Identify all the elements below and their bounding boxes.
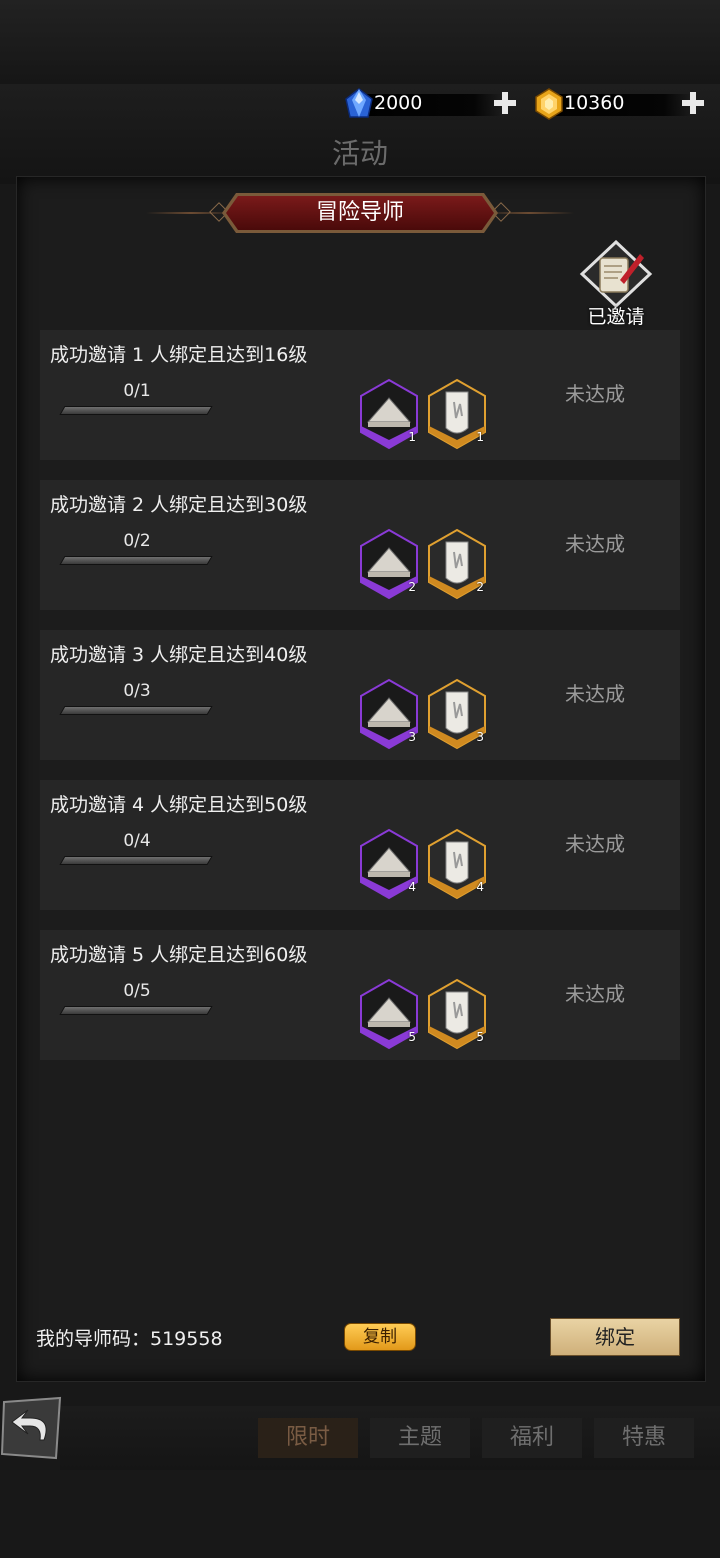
task-title: 成功邀请 5 人绑定且达到60级	[50, 944, 308, 966]
tab-theme[interactable]: 主题	[370, 1418, 470, 1458]
reward-slot-gold[interactable]: 4	[426, 828, 488, 900]
task-progress-text: 0/3	[123, 681, 151, 701]
task-status: 未达成	[565, 382, 625, 406]
reward-slot-gold[interactable]: 3	[426, 678, 488, 750]
reward-slot-purple[interactable]: 3	[358, 678, 420, 750]
task-title: 成功邀请 4 人绑定且达到50级	[50, 794, 308, 816]
gold-crystal-icon	[535, 88, 563, 120]
task-row: 成功邀请 4 人绑定且达到50级 0/4 4 4 未达成	[40, 780, 680, 910]
reward-slot-purple[interactable]: 1	[358, 378, 420, 450]
reward-slot-purple[interactable]: 2	[358, 528, 420, 600]
task-title: 成功邀请 1 人绑定且达到16级	[50, 344, 308, 366]
copy-button[interactable]: 复制	[344, 1323, 416, 1351]
task-progress-bar	[59, 1006, 213, 1015]
reward-count: 1	[476, 430, 484, 444]
task-status: 未达成	[565, 682, 625, 706]
task-progress-text: 0/1	[123, 381, 151, 401]
reward-count: 5	[408, 1030, 416, 1044]
tab-welfare[interactable]: 福利	[482, 1418, 582, 1458]
task-row: 成功邀请 1 人绑定且达到16级 0/1 1 1 未达成	[40, 330, 680, 460]
page-title: 活动	[331, 137, 388, 170]
task-status: 未达成	[565, 532, 625, 556]
task-row: 成功邀请 5 人绑定且达到60级 0/5 5 5 未达成	[40, 930, 680, 1060]
task-title: 成功邀请 2 人绑定且达到30级	[50, 494, 308, 516]
reward-count: 5	[476, 1030, 484, 1044]
reward-slot-purple[interactable]: 4	[358, 828, 420, 900]
task-row: 成功邀请 2 人绑定且达到30级 0/2 2 2 未达成	[40, 480, 680, 610]
reward-slot-gold[interactable]: 2	[426, 528, 488, 600]
tab-special-offer[interactable]: 特惠	[594, 1418, 694, 1458]
reward-count: 4	[408, 880, 416, 894]
tab-limited[interactable]: 限时	[258, 1418, 358, 1458]
task-progress-text: 0/4	[123, 831, 151, 851]
reward-count: 3	[408, 730, 416, 744]
task-status: 未达成	[565, 832, 625, 856]
gems-value: 2000	[374, 92, 423, 114]
add-gems-button[interactable]	[492, 90, 518, 116]
task-title: 成功邀请 3 人绑定且达到40级	[50, 644, 308, 666]
task-status: 未达成	[565, 982, 625, 1006]
task-progress-bar	[59, 856, 213, 865]
task-progress-bar	[59, 406, 213, 415]
banner-title: 冒险导师	[315, 200, 404, 225]
reward-count: 2	[476, 580, 484, 594]
reward-count: 3	[476, 730, 484, 744]
back-arrow-icon	[0, 1396, 62, 1460]
task-progress-bar	[59, 556, 213, 565]
invited-label: 已邀请	[587, 306, 645, 328]
invitation-scroll-icon	[579, 239, 653, 309]
status-bar	[0, 0, 720, 84]
task-progress-bar	[59, 706, 213, 715]
reward-count: 4	[476, 880, 484, 894]
reward-slot-purple[interactable]: 5	[358, 978, 420, 1050]
reward-count: 2	[408, 580, 416, 594]
reward-slot-gold[interactable]: 1	[426, 378, 488, 450]
task-progress-text: 0/5	[123, 981, 151, 1001]
bind-button[interactable]: 绑定	[550, 1318, 680, 1356]
invited-button[interactable]: 已邀请	[576, 239, 656, 330]
blue-crystal-icon	[345, 88, 373, 118]
back-button[interactable]	[0, 1396, 64, 1462]
reward-count: 1	[408, 430, 416, 444]
gold-value: 10360	[564, 92, 625, 114]
task-row: 成功邀请 3 人绑定且达到40级 0/3 3 3 未达成	[40, 630, 680, 760]
task-progress-text: 0/2	[123, 531, 151, 551]
add-gold-button[interactable]	[680, 90, 706, 116]
reward-slot-gold[interactable]: 5	[426, 978, 488, 1050]
mentor-code-text: 我的导师码：519558	[36, 1328, 223, 1350]
